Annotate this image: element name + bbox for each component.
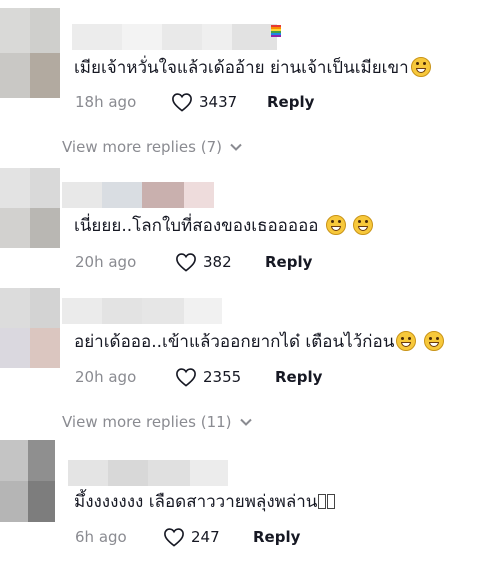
like-count: 382 xyxy=(203,253,232,271)
comment-meta: 20h ago 2355 Reply xyxy=(75,365,322,389)
avatar[interactable] xyxy=(0,288,60,368)
like-button[interactable]: 3437 xyxy=(171,92,267,112)
tears-of-joy-emoji xyxy=(353,215,374,235)
comments-panel: เมียเจ้าหวั่นใจแล้วเด้ออ้าย ย่านเจ้าเป็น… xyxy=(0,0,489,561)
comment-meta: 18h ago 3437 Reply xyxy=(75,90,314,114)
comment-meta: 20h ago 382 Reply xyxy=(75,250,312,274)
reply-button[interactable]: Reply xyxy=(253,528,300,546)
comment-text: มึ้งงงงงงง เลือดสาววายพลุ่งพล่าน xyxy=(74,490,336,514)
like-count: 247 xyxy=(191,528,220,546)
like-button[interactable]: 247 xyxy=(163,527,253,547)
view-more-replies-button[interactable]: View more replies (11) xyxy=(62,413,252,431)
avatar[interactable] xyxy=(0,440,55,522)
timestamp: 18h ago xyxy=(75,93,137,111)
comment-text: เนี่ยยย..โลกใบที่สองของเธอออออ xyxy=(74,214,374,238)
username-blurred[interactable] xyxy=(72,24,277,50)
heart-outline-icon xyxy=(176,368,196,387)
pride-flag-icon xyxy=(271,25,281,37)
missing-glyph-box xyxy=(318,494,327,509)
comment-text: เมียเจ้าหวั่นใจแล้วเด้ออ้าย ย่านเจ้าเป็น… xyxy=(74,56,431,80)
comment-meta: 6h ago 247 Reply xyxy=(75,525,300,549)
heart-outline-icon xyxy=(172,93,192,112)
username-blurred[interactable] xyxy=(62,182,214,208)
comment-text: อย่าเด้อออ..เข้าแล้วออกยากได๋ เตือนไว้ก่… xyxy=(74,330,444,354)
avatar[interactable] xyxy=(0,168,60,248)
reply-button[interactable]: Reply xyxy=(275,368,322,386)
avatar[interactable] xyxy=(0,8,60,98)
heart-outline-icon xyxy=(164,528,184,547)
username-blurred[interactable] xyxy=(62,298,222,324)
like-button[interactable]: 2355 xyxy=(175,367,275,387)
username-blurred[interactable] xyxy=(68,460,228,486)
reply-button[interactable]: Reply xyxy=(265,253,312,271)
like-count: 2355 xyxy=(203,368,242,386)
tears-of-joy-emoji xyxy=(410,57,431,77)
like-count: 3437 xyxy=(199,93,238,111)
grinning-emoji xyxy=(396,331,417,351)
heart-outline-icon xyxy=(176,253,196,272)
like-button[interactable]: 382 xyxy=(175,252,265,272)
timestamp: 20h ago xyxy=(75,253,137,271)
chevron-down-icon xyxy=(230,143,242,151)
grinning-emoji xyxy=(423,331,444,351)
timestamp: 20h ago xyxy=(75,368,137,386)
tears-of-joy-emoji xyxy=(325,215,346,235)
missing-glyph-box xyxy=(327,494,336,509)
reply-button[interactable]: Reply xyxy=(267,93,314,111)
view-more-replies-button[interactable]: View more replies (7) xyxy=(62,138,242,156)
chevron-down-icon xyxy=(239,418,252,426)
timestamp: 6h ago xyxy=(75,528,127,546)
